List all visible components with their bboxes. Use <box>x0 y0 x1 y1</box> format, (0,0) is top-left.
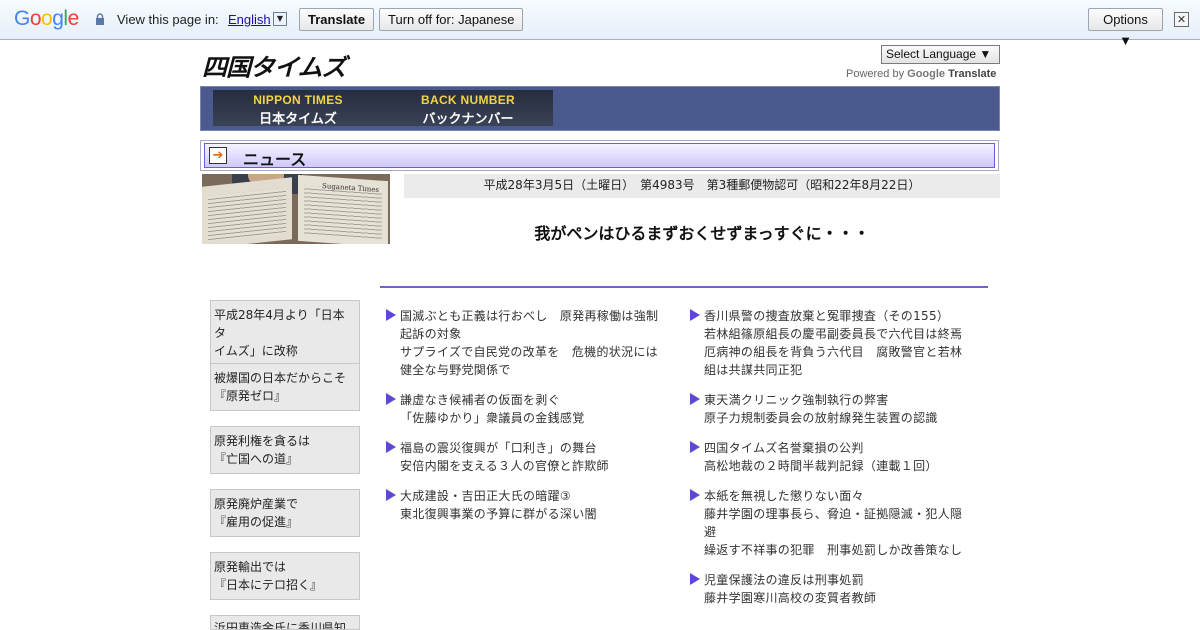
lock-icon <box>96 13 104 25</box>
article-line: 高松地裁の２時間半裁判記録（連載１回） <box>704 459 938 473</box>
article-line: 厄病神の組長を背負う六代目 腐敗警官と若林 <box>704 345 963 359</box>
articles-left-column: 国滅ぶとも正義は行おべし 原発再稼働は強制 起訴の対象 サプライズで自民党の改革… <box>386 307 676 523</box>
sidebar-line: 『亡国への道』 <box>214 452 299 466</box>
article-line: 香川県警の捜査放棄と冤罪捜査（その155） <box>704 309 950 323</box>
news-heading: ニュース <box>243 150 307 169</box>
sidebar-line: 浜田恵造金氏に香川県知事 <box>214 621 347 630</box>
article-line: 国滅ぶとも正義は行おべし 原発再稼働は強制 <box>400 309 659 323</box>
google-translate-bar: Google View this page in: English ▼ Tran… <box>0 0 1200 48</box>
nav-nippon-times-jp: 日本タイムズ <box>259 111 337 126</box>
google-logo: Google <box>14 7 79 30</box>
sidebar-box-2[interactable]: 被爆国の日本だからこそ 『原発ゼロ』 <box>210 363 360 411</box>
triangle-bullet-icon <box>690 441 700 453</box>
translate-button[interactable]: Translate <box>299 8 375 31</box>
sidebar-line: イムズ」に改称 <box>214 344 298 358</box>
divider <box>380 286 988 288</box>
newspaper-photo: Suganeta Times <box>202 174 390 244</box>
arrow-right-icon: ➔ <box>209 147 227 164</box>
article-line: 起訴の対象 <box>400 327 462 341</box>
sidebar-line: 平成28年4月より「日本タ <box>214 308 345 340</box>
triangle-bullet-icon <box>386 393 396 405</box>
news-heading-inner: ➔ ニュース <box>204 143 995 169</box>
article-line: 児童保護法の違反は刑事処罰 <box>704 573 864 587</box>
article-item[interactable]: 東天満クリニック強制執行の弊害 原子力規制委員会の放射線発生装置の認識 <box>690 391 980 427</box>
article-item[interactable]: 四国タイムズ名誉棄損の公判 高松地裁の２時間半裁判記録（連載１回） <box>690 439 980 475</box>
article-line: 「佐藤ゆかり」衆議員の金銭感覚 <box>400 411 585 425</box>
article-line: 四国タイムズ名誉棄損の公判 <box>704 441 864 455</box>
language-dropdown-icon[interactable]: ▼ <box>273 12 287 26</box>
options-button[interactable]: Options ▼ <box>1088 8 1163 48</box>
article-line: 本紙を無視した懲りない面々 <box>704 489 864 503</box>
select-language-dropdown[interactable]: Select Language ▼ <box>881 45 1000 64</box>
motto: 我がペンはひるまずおくせずまっすぐに・・・ <box>534 224 870 243</box>
article-line: 大成建設・吉田正大氏の暗躍③ <box>400 489 571 503</box>
banner-nav: NIPPON TIMES 日本タイムズ BACK NUMBER バックナンバー <box>213 90 553 126</box>
article-item[interactable]: 謙虚なき候補者の仮面を剥ぐ 「佐藤ゆかり」衆議員の金銭感覚 <box>386 391 676 427</box>
triangle-bullet-icon <box>690 309 700 321</box>
sidebar-line: 原発利権を貪るは <box>214 434 311 448</box>
article-line: 福島の震災復興が「口利き」の舞台 <box>400 441 597 455</box>
google-mini-logo: Google <box>907 68 946 80</box>
article-item[interactable]: 福島の震災復興が「口利き」の舞台 安倍内閣を支える３人の官僚と詐欺師 <box>386 439 676 475</box>
nav-nippon-times[interactable]: NIPPON TIMES 日本タイムズ <box>243 93 353 127</box>
dateline: 平成28年3月5日（土曜日） 第4983号 第3種郵便物認可（昭和22年8月22… <box>404 174 1000 198</box>
site-logo[interactable]: 四国タイムズ <box>202 49 347 83</box>
news-heading-bar: ➔ ニュース <box>200 140 999 171</box>
sidebar-line: 被爆国の日本だからこそ <box>214 371 347 385</box>
article-line: 安倍内閣を支える３人の官僚と詐欺師 <box>400 459 609 473</box>
article-line: 健全な与野党関係で <box>400 363 511 377</box>
nav-back-number-en: BACK NUMBER <box>421 93 515 107</box>
triangle-bullet-icon <box>386 441 396 453</box>
nav-nippon-times-en: NIPPON TIMES <box>253 93 343 107</box>
article-line: 繰返す不祥事の犯罪 刑事処罰しか改善策なし <box>704 543 963 557</box>
powered-by-label: Powered by <box>846 68 905 80</box>
sidebar-line: 『日本にテロ招く』 <box>214 578 323 592</box>
turn-off-button[interactable]: Turn off for: Japanese <box>379 8 524 31</box>
sidebar-line: 『雇用の促進』 <box>214 515 299 529</box>
triangle-bullet-icon <box>690 489 700 501</box>
triangle-bullet-icon <box>690 573 700 585</box>
photo-paper-left <box>202 177 292 244</box>
article-line: 東天満クリニック強制執行の弊害 <box>704 393 889 407</box>
article-item[interactable]: 国滅ぶとも正義は行おべし 原発再稼働は強制 起訴の対象 サプライズで自民党の改革… <box>386 307 676 379</box>
article-item[interactable]: 児童保護法の違反は刑事処罰 藤井学園寒川高校の変質者教師 <box>690 571 980 607</box>
articles-right-column: 香川県警の捜査放棄と冤罪捜査（その155） 若林組篠原組長の慶弔副委員長で六代目… <box>690 307 980 607</box>
triangle-bullet-icon <box>386 309 396 321</box>
article-item[interactable]: 大成建設・吉田正大氏の暗躍③ 東北復興事業の予算に群がる深い闇 <box>386 487 676 523</box>
article-line: 原子力規制委員会の放射線発生装置の認識 <box>704 411 938 425</box>
close-icon[interactable]: ✕ <box>1174 12 1189 27</box>
article-line: 藤井学園の理事長ら、脅迫・証拠隠滅・犯人隠 <box>704 507 963 521</box>
sidebar-line: 『原発ゼロ』 <box>214 389 287 403</box>
article-line: 組は共謀共同正犯 <box>704 363 803 377</box>
sidebar-box-4[interactable]: 原発廃炉産業で 『雇用の促進』 <box>210 489 360 537</box>
nav-back-number[interactable]: BACK NUMBER バックナンバー <box>413 93 523 127</box>
article-item[interactable]: 香川県警の捜査放棄と冤罪捜査（その155） 若林組篠原組長の慶弔副委員長で六代目… <box>690 307 980 379</box>
article-line: 謙虚なき候補者の仮面を剥ぐ <box>400 393 560 407</box>
article-line: 東北復興事業の予算に群がる深い闇 <box>400 507 597 521</box>
article-line: 避 <box>704 525 717 539</box>
article-line: 藤井学園寒川高校の変質者教師 <box>704 591 877 605</box>
article-line: 若林組篠原組長の慶弔副委員長で六代目は終焉 <box>704 327 963 341</box>
triangle-bullet-icon <box>386 489 396 501</box>
nav-back-number-jp: バックナンバー <box>422 111 514 126</box>
sidebar-box-1[interactable]: 平成28年4月より「日本タ イムズ」に改称 <box>210 300 360 366</box>
sidebar-box-5[interactable]: 原発輸出では 『日本にテロ招く』 <box>210 552 360 600</box>
view-page-label: View this page in: <box>117 12 219 27</box>
language-link[interactable]: English <box>228 12 271 27</box>
sidebar-line: 原発廃炉産業で <box>214 497 299 511</box>
sidebar-box-6[interactable]: 浜田恵造金氏に香川県知事 <box>210 615 360 630</box>
translate-link[interactable]: Translate <box>948 68 996 80</box>
triangle-bullet-icon <box>690 393 700 405</box>
powered-by: Powered by Google Translate <box>846 68 996 80</box>
sidebar-line: 原発輸出では <box>214 560 287 574</box>
article-item[interactable]: 本紙を無視した懲りない面々 藤井学園の理事長ら、脅迫・証拠隠滅・犯人隠 避 繰返… <box>690 487 980 559</box>
sidebar-box-3[interactable]: 原発利権を貪るは 『亡国への道』 <box>210 426 360 474</box>
article-line: サプライズで自民党の改革を 危機的状況には <box>400 345 658 359</box>
top-banner: NIPPON TIMES 日本タイムズ BACK NUMBER バックナンバー <box>200 86 1000 131</box>
